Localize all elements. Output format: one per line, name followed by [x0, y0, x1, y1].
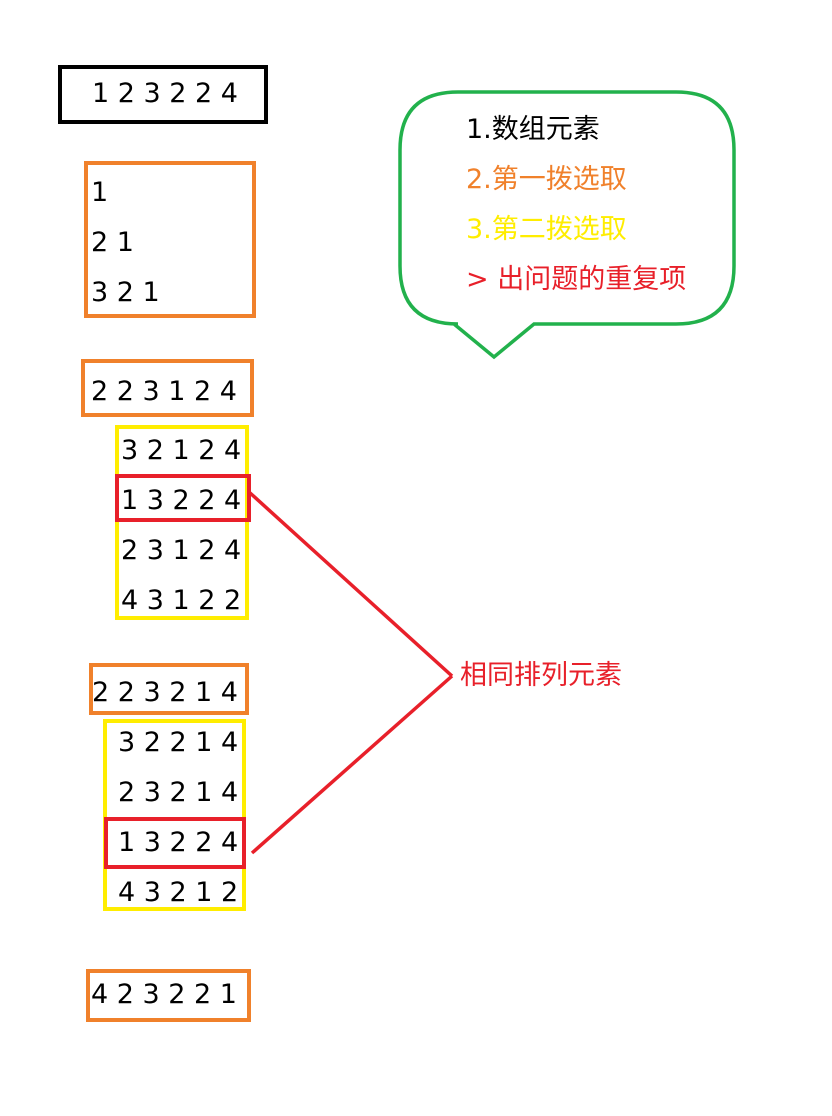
diagram-overlay [247, 90, 736, 855]
connector-line-lower [250, 674, 454, 855]
legend-item-duplicate: > 出问题的重复项 [466, 264, 687, 295]
legend-item-first-pick: 2.第一拨选取 [466, 164, 627, 195]
connector-line-upper [247, 490, 454, 678]
legend-item-array: 1.数组元素 [466, 114, 600, 145]
same-permutation-annotation: 相同排列元素 [460, 660, 622, 691]
legend-item-second-pick: 3.第二拨选取 [466, 214, 627, 245]
